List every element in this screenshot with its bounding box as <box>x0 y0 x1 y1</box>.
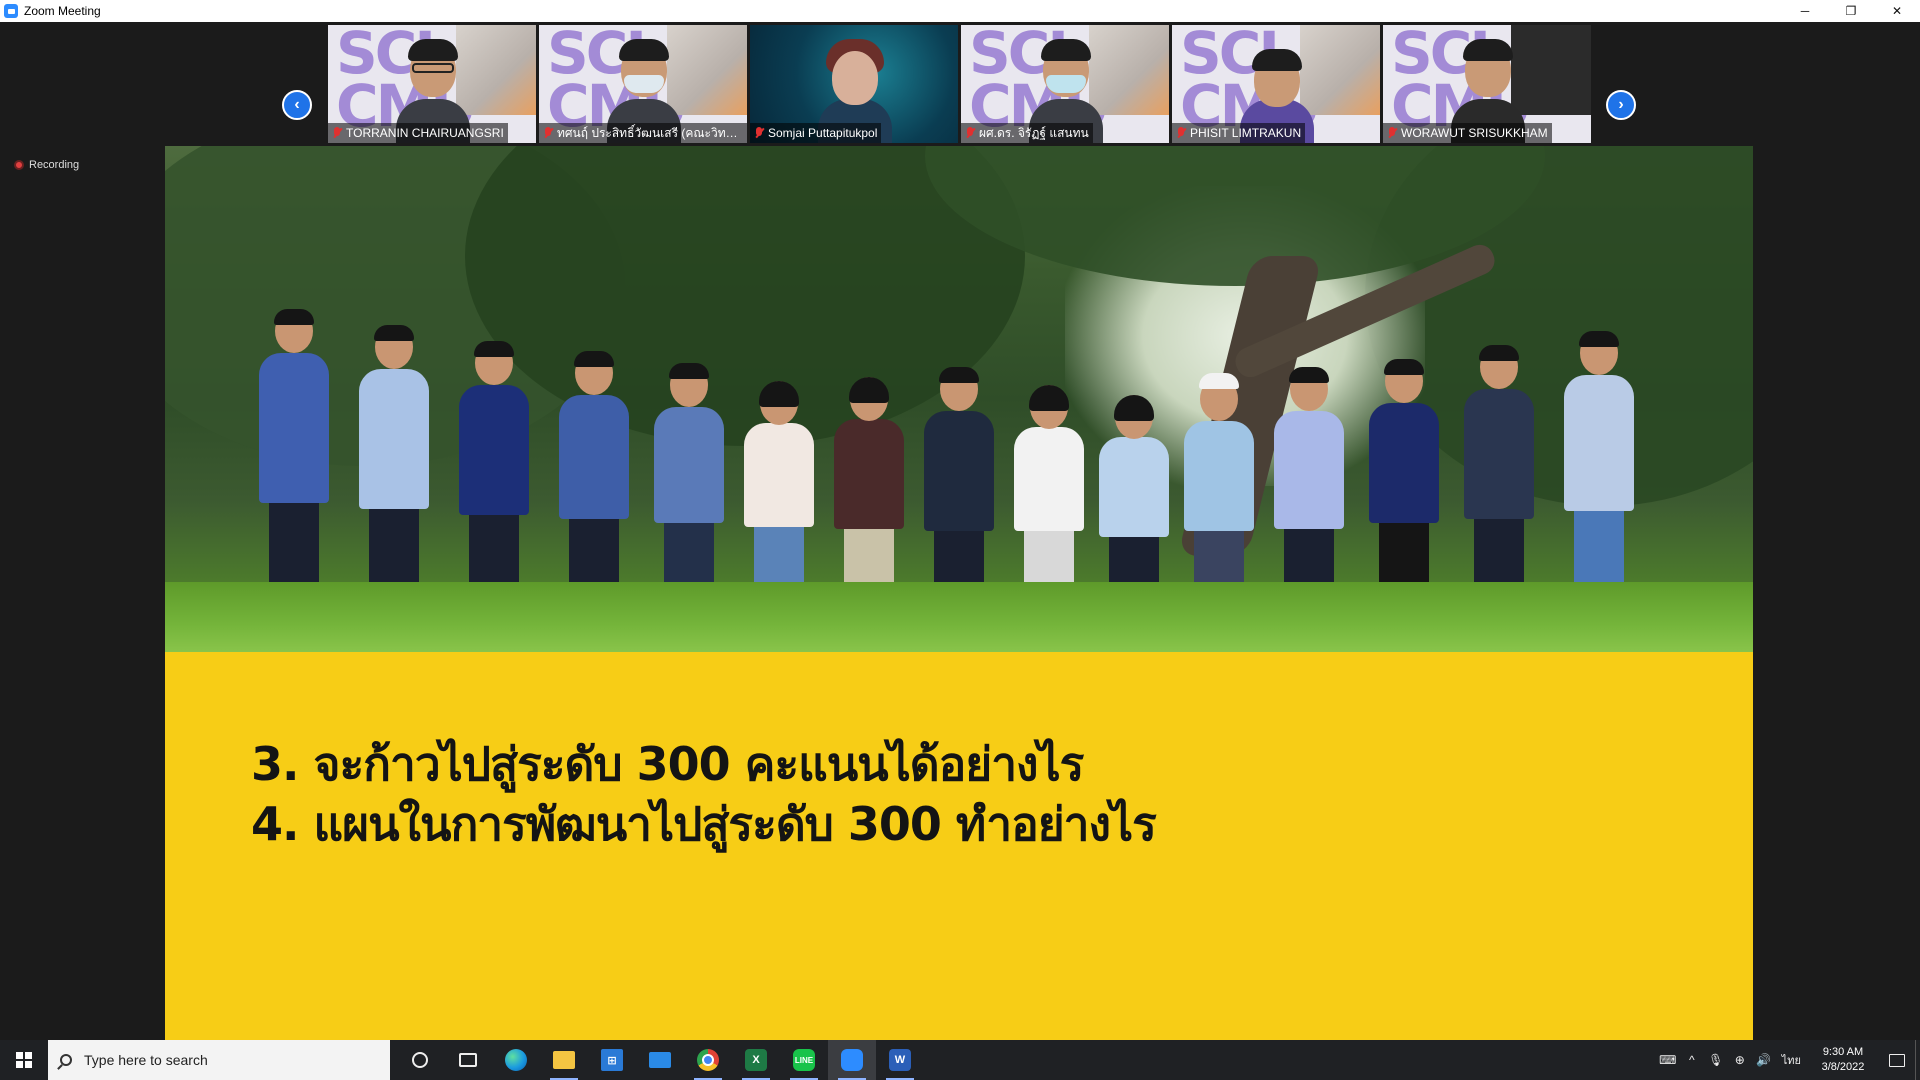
show-hidden-icons-chevron-icon[interactable]: ^ <box>1680 1040 1704 1080</box>
line-icon: LINE <box>793 1049 815 1071</box>
participant-tile[interactable]: SCI CMU PHISIT LIMTRAKUN <box>1172 25 1380 143</box>
group-photo <box>165 146 1753 652</box>
chrome-icon <box>697 1049 719 1071</box>
action-center-button[interactable] <box>1879 1040 1915 1080</box>
title-bar: Zoom Meeting ─ ❐ ✕ <box>0 0 1920 22</box>
microphone-icon[interactable]: 🎙 <box>1704 1040 1728 1080</box>
grass <box>165 582 1753 652</box>
store-icon: ⊞ <box>601 1049 623 1071</box>
search-placeholder: Type here to search <box>84 1052 208 1068</box>
chevron-right-icon: › <box>1618 96 1624 113</box>
notification-icon <box>1889 1053 1905 1067</box>
clock-date: 3/8/2022 <box>1821 1061 1865 1073</box>
participant-name: TORRANIN CHAIRUANGSRI <box>346 126 504 140</box>
participant-name: PHISIT LIMTRAKUN <box>1190 126 1302 140</box>
window-title: Zoom Meeting <box>24 4 101 18</box>
zoom-icon <box>841 1049 863 1071</box>
windows-logo-icon <box>16 1052 32 1068</box>
shared-screen-slide: 3. จะก้าวไปสู่ระดับ 300 คะแนนได้อย่างไร … <box>165 146 1753 1040</box>
start-button[interactable] <box>0 1040 48 1080</box>
restore-button[interactable]: ❐ <box>1828 0 1874 22</box>
mic-muted-icon <box>1176 127 1186 139</box>
taskbar-app-zoom[interactable] <box>828 1040 876 1080</box>
next-page-button[interactable]: › <box>1606 90 1636 120</box>
participant-name: ผศ.ดร. จิรัฏฐ์ แสนทน <box>979 125 1089 140</box>
minimize-button[interactable]: ─ <box>1782 0 1828 22</box>
taskbar-app-chrome[interactable] <box>684 1040 732 1080</box>
mic-muted-icon <box>1387 127 1397 139</box>
pinned-apps: ⊞ X LINE W <box>396 1040 924 1080</box>
record-icon <box>14 160 24 170</box>
chevron-left-icon: ‹ <box>294 96 300 113</box>
cortana-button[interactable] <box>396 1040 444 1080</box>
clock-time: 9:30 AM <box>1822 1046 1864 1058</box>
slide-text-panel: 3. จะก้าวไปสู่ระดับ 300 คะแนนได้อย่างไร … <box>165 652 1753 1040</box>
search-icon <box>60 1054 72 1066</box>
network-icon[interactable]: ⊕ <box>1728 1040 1752 1080</box>
participant-name: ทศนฤ์ ประสิทธิ์วัฒนเสรี (คณะวิทยาศาส... <box>557 125 743 140</box>
group-of-people <box>215 291 1695 621</box>
system-tray: ⌨ ^ 🎙 ⊕ 🔊 ไทย 9:30 AM 3/8/2022 <box>1656 1040 1920 1080</box>
cortana-icon <box>412 1052 428 1068</box>
taskbar-app-excel[interactable]: X <box>732 1040 780 1080</box>
participant-name: WORAWUT SRISUKKHAM <box>1401 126 1548 140</box>
taskbar-app-line[interactable]: LINE <box>780 1040 828 1080</box>
close-button[interactable]: ✕ <box>1874 0 1920 22</box>
slide-line-2: 4. แผนในการพัฒนาไปสู่ระดับ 300 ทำอย่างไร <box>251 797 1157 851</box>
task-view-button[interactable] <box>444 1040 492 1080</box>
participant-gallery: SCI CMU TORRANIN CHAIRUANGSRI SCI CMU ทศ… <box>328 25 1591 143</box>
volume-icon[interactable]: 🔊 <box>1752 1040 1776 1080</box>
participant-name: Somjai Puttapitukpol <box>768 126 878 140</box>
taskbar-app-file-explorer[interactable] <box>540 1040 588 1080</box>
edge-icon <box>505 1049 527 1071</box>
mic-muted-icon <box>965 127 975 139</box>
participant-tile[interactable]: SCI CMU TORRANIN CHAIRUANGSRI <box>328 25 536 143</box>
folder-icon <box>553 1051 575 1069</box>
participant-tile[interactable]: SCI CMU ผศ.ดร. จิรัฏฐ์ แสนทน <box>961 25 1169 143</box>
clock[interactable]: 9:30 AM 3/8/2022 <box>1807 1040 1879 1080</box>
previous-page-button[interactable]: ‹ <box>282 90 312 120</box>
keyboard-icon[interactable]: ⌨ <box>1656 1040 1680 1080</box>
recording-indicator[interactable]: Recording <box>14 159 79 171</box>
excel-icon: X <box>745 1049 767 1071</box>
show-desktop-button[interactable] <box>1915 1040 1920 1080</box>
task-view-icon <box>459 1053 477 1067</box>
mic-muted-icon <box>754 127 764 139</box>
participant-tile[interactable]: Somjai Puttapitukpol <box>750 25 958 143</box>
zoom-app-icon <box>4 4 18 18</box>
participant-tile[interactable]: SCI CMU WORAWUT SRISUKKHAM <box>1383 25 1591 143</box>
participant-tile[interactable]: SCI CMU ทศนฤ์ ประสิทธิ์วัฒนเสรี (คณะวิทย… <box>539 25 747 143</box>
word-icon: W <box>889 1049 911 1071</box>
taskbar: Type here to search ⊞ X LINE W ⌨ ^ 🎙 ⊕ 🔊… <box>0 1040 1920 1080</box>
mail-icon <box>649 1052 671 1068</box>
window-controls: ─ ❐ ✕ <box>1782 0 1920 22</box>
taskbar-app-word[interactable]: W <box>876 1040 924 1080</box>
mic-muted-icon <box>332 127 342 139</box>
recording-label: Recording <box>29 159 80 171</box>
input-language-indicator[interactable]: ไทย <box>1776 1051 1807 1069</box>
taskbar-search-box[interactable]: Type here to search <box>48 1040 390 1080</box>
taskbar-app-edge[interactable] <box>492 1040 540 1080</box>
mic-muted-icon <box>543 127 553 139</box>
taskbar-app-mail[interactable] <box>636 1040 684 1080</box>
meeting-stage: ‹ SCI CMU TORRANIN CHAIRUANGSRI SCI CMU … <box>0 22 1920 1040</box>
taskbar-app-store[interactable]: ⊞ <box>588 1040 636 1080</box>
